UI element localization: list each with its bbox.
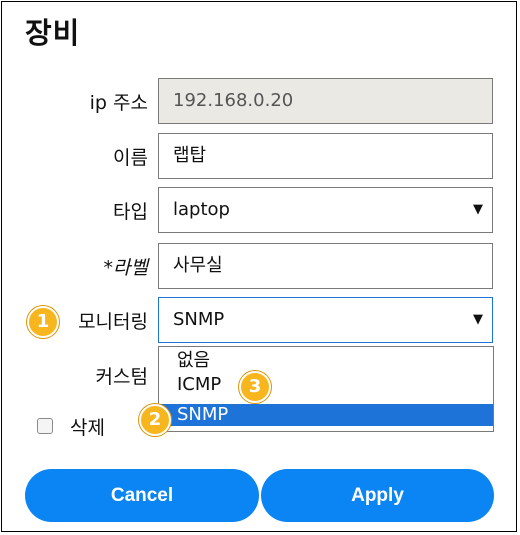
custom-label: 커스텀 bbox=[95, 366, 148, 388]
type-label: 타입 bbox=[113, 201, 148, 223]
type-select[interactable]: laptop ▼ bbox=[158, 187, 493, 233]
monitoring-select-value: SNMP bbox=[173, 309, 225, 330]
option-icmp[interactable]: ICMP bbox=[177, 374, 221, 396]
ip-label: ip 주소 bbox=[89, 92, 148, 114]
name-field[interactable]: 랩탑 bbox=[158, 133, 493, 179]
monitoring-label: 모니터링 bbox=[78, 311, 148, 333]
option-none[interactable]: 없음 bbox=[177, 350, 210, 372]
monitoring-dropdown-list: 없음 ICMP SNMP bbox=[158, 346, 494, 432]
delete-checkbox[interactable] bbox=[37, 418, 53, 434]
type-select-value: laptop bbox=[173, 199, 230, 220]
dialog-title: 장비 bbox=[25, 16, 81, 50]
delete-label: 삭제 bbox=[70, 417, 105, 439]
ip-field: 192.168.0.20 bbox=[158, 78, 493, 124]
caret-down-icon: ▼ bbox=[473, 312, 483, 327]
step-badge-2: 2 bbox=[139, 404, 171, 436]
caret-down-icon: ▼ bbox=[473, 202, 483, 217]
step-badge-1: 1 bbox=[27, 306, 59, 338]
tag-label: *라벨 bbox=[103, 257, 148, 279]
step-badge-3: 3 bbox=[239, 371, 271, 403]
cancel-button[interactable]: Cancel bbox=[25, 469, 259, 522]
tag-field[interactable]: 사무실 bbox=[158, 243, 493, 289]
option-snmp[interactable]: SNMP bbox=[159, 404, 493, 426]
name-label: 이름 bbox=[113, 147, 148, 169]
apply-button[interactable]: Apply bbox=[261, 469, 494, 522]
monitoring-select[interactable]: SNMP ▼ bbox=[158, 297, 493, 343]
